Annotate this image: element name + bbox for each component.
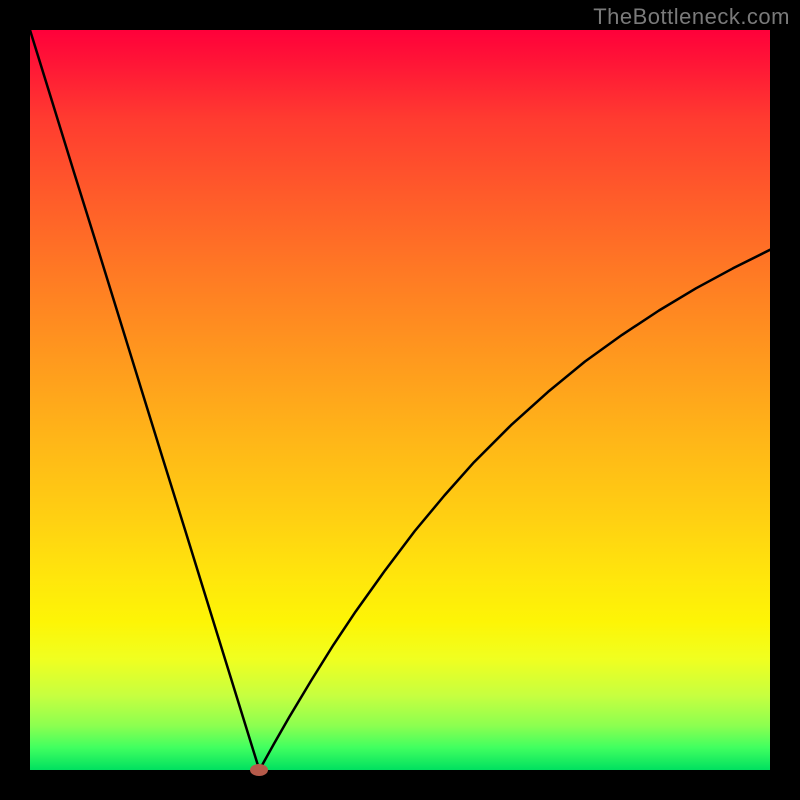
plot-area <box>30 30 770 770</box>
chart-stage: TheBottleneck.com <box>0 0 800 800</box>
bottleneck-curve <box>30 30 770 770</box>
curve-svg <box>30 30 770 770</box>
minimum-marker <box>250 764 268 776</box>
watermark-text: TheBottleneck.com <box>593 4 790 30</box>
